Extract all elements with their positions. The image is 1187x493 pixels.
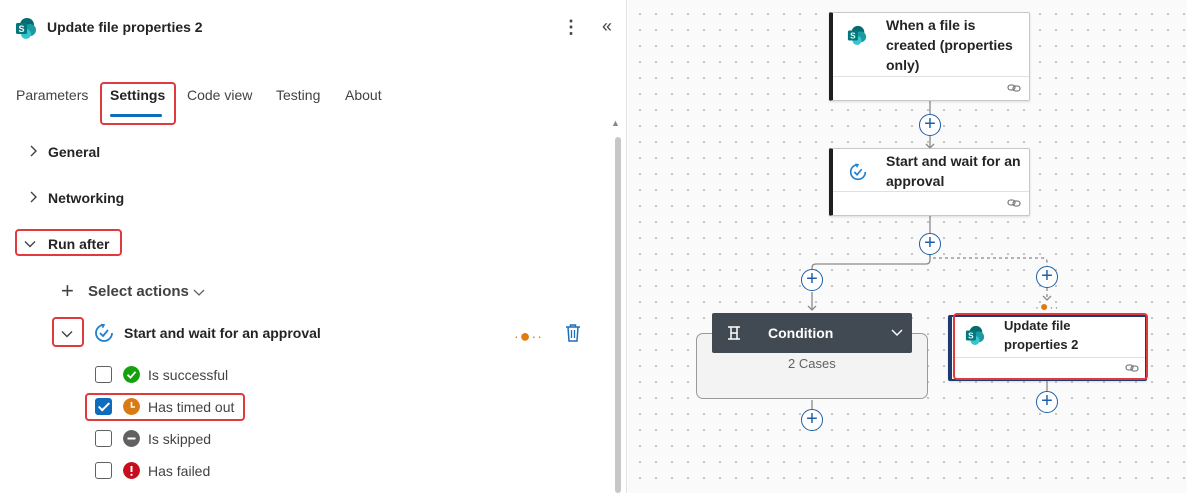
- flow-designer-canvas[interactable]: S When a file is created (properties onl…: [628, 0, 1187, 493]
- select-actions-button[interactable]: Select actions: [88, 283, 189, 300]
- checkbox-has-failed[interactable]: [95, 462, 112, 479]
- run-after-indicator-icon: ·●··: [1035, 298, 1060, 314]
- tab-testing[interactable]: Testing: [276, 87, 320, 103]
- sharepoint-logo-icon: S: [16, 18, 36, 39]
- card-footer: [833, 76, 1029, 77]
- insert-step-button[interactable]: +: [1036, 391, 1058, 413]
- svg-text:S: S: [18, 24, 24, 34]
- insert-step-button[interactable]: +: [801, 269, 823, 291]
- checkbox-is-skipped[interactable]: [95, 430, 112, 447]
- tab-code-view[interactable]: Code view: [187, 87, 252, 103]
- highlight-has-timed-out: [85, 393, 245, 421]
- tab-parameters[interactable]: Parameters: [16, 87, 88, 103]
- insert-step-button[interactable]: +: [919, 114, 941, 136]
- condition-card[interactable]: Condition: [712, 313, 912, 353]
- status-has-failed: Has failed: [148, 463, 211, 479]
- insert-parallel-step-button[interactable]: +: [1036, 266, 1058, 288]
- condition-icon: [728, 326, 740, 340]
- more-options-icon[interactable]: ⋮: [562, 15, 580, 39]
- link-icon: [1007, 199, 1021, 207]
- tab-about[interactable]: About: [345, 87, 382, 103]
- chevron-down-icon[interactable]: [193, 288, 205, 298]
- trigger-title-line2: created (properties: [886, 37, 1013, 53]
- checkbox-is-successful[interactable]: [95, 366, 112, 383]
- insert-step-button[interactable]: +: [801, 409, 823, 431]
- trigger-card[interactable]: S When a file is created (properties onl…: [829, 12, 1030, 101]
- action-details-panel: S Update file properties 2 ⋮ « Parameter…: [0, 0, 627, 493]
- collapse-panel-icon[interactable]: «: [597, 15, 617, 39]
- trigger-title-line3: only): [886, 57, 920, 73]
- condition-cases-label: 2 Cases: [788, 356, 836, 371]
- approval-card[interactable]: Start and wait for an approval: [829, 148, 1030, 216]
- status-is-skipped: Is skipped: [148, 431, 212, 447]
- chevron-right-icon[interactable]: [27, 145, 39, 157]
- minus-circle-icon: [123, 430, 140, 447]
- add-icon[interactable]: +: [61, 280, 74, 302]
- highlight-update-card: [953, 313, 1148, 380]
- status-indicator-icon: ·●··: [514, 326, 543, 346]
- trigger-title-line1: When a file is: [886, 17, 976, 33]
- check-circle-icon: [123, 366, 140, 383]
- scrollbar-thumb[interactable]: [615, 137, 621, 493]
- run-after-action-label: Start and wait for an approval: [124, 325, 321, 341]
- scroll-up-icon[interactable]: ▲: [611, 118, 620, 128]
- section-networking[interactable]: Networking: [48, 190, 124, 206]
- approval-title-line1: Start and wait for an: [886, 153, 1021, 169]
- highlight-settings-tab: [100, 82, 176, 125]
- condition-title: Condition: [768, 325, 834, 341]
- section-general[interactable]: General: [48, 144, 100, 160]
- status-is-successful: Is successful: [148, 367, 229, 383]
- delete-icon[interactable]: [563, 322, 583, 344]
- approval-icon: [849, 163, 867, 181]
- sharepoint-logo-icon: S: [847, 25, 867, 45]
- panel-title: Update file properties 2: [47, 19, 203, 35]
- chevron-down-icon[interactable]: [891, 328, 903, 338]
- chevron-right-icon[interactable]: [27, 191, 39, 203]
- exclamation-circle-icon: [123, 462, 140, 479]
- insert-step-button[interactable]: +: [919, 233, 941, 255]
- highlight-run-after: [15, 229, 122, 256]
- link-icon: [1007, 84, 1021, 92]
- svg-text:S: S: [850, 32, 856, 41]
- approval-icon: [95, 323, 113, 342]
- approval-title-line2: approval: [886, 173, 945, 189]
- card-footer: [833, 191, 1029, 192]
- highlight-action-expander: [52, 317, 84, 347]
